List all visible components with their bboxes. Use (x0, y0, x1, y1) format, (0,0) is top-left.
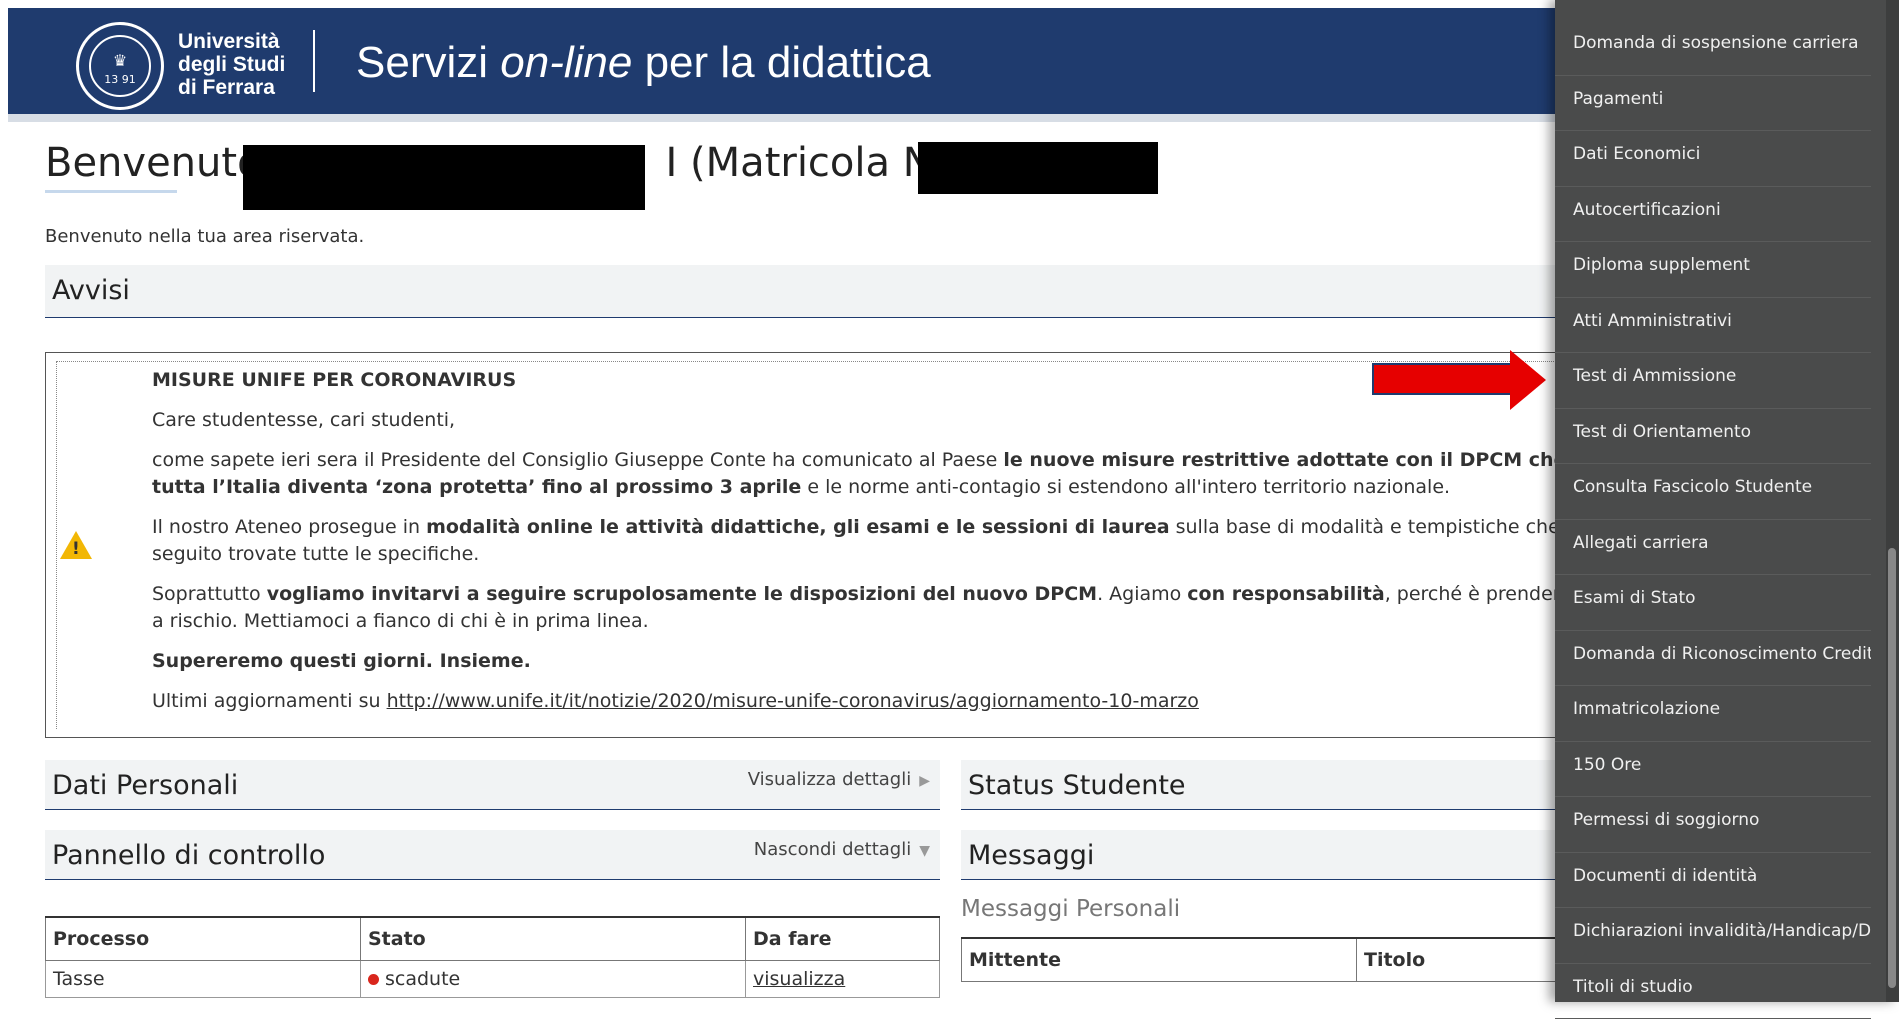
welcome-subtitle: Benvenuto nella tua area riservata. (45, 226, 364, 247)
notice-paragraph-3: Soprattutto vogliamo invitarvi a seguire… (152, 581, 1572, 635)
sidebar-item-allegati-carriera[interactable]: Allegati carriera (1555, 520, 1871, 576)
header-divider (313, 30, 315, 92)
red-arrow-head (1510, 350, 1546, 410)
red-arrow-icon (1372, 363, 1516, 395)
nascondi-dettagli-link[interactable]: Nascondi dettagli▼ (754, 824, 930, 877)
table-header: Processo (46, 917, 361, 961)
dati-personali-header: Dati Personali Visualizza dettagli▶ (45, 760, 940, 810)
sidebar-item-pagamenti[interactable]: Pagamenti (1555, 76, 1871, 132)
site-header: ♛ 13 91 Università degli Studi di Ferrar… (8, 8, 1568, 114)
notice-text: MISURE UNIFE PER CORONAVIRUS Care studen… (152, 367, 1572, 728)
sidebar-item-150-ore[interactable]: 150 Ore (1555, 742, 1871, 798)
messaggi-table: Mittente Titolo (961, 937, 1571, 982)
sidebar-item-autocertificazioni[interactable]: Autocertificazioni (1555, 187, 1871, 243)
sidebar-item-documenti-identita[interactable]: Documenti di identità (1555, 853, 1871, 909)
sidebar-item-immatricolazione[interactable]: Immatricolazione (1555, 686, 1871, 742)
logo-numbers: 13 91 (91, 73, 149, 86)
title-underline (45, 190, 177, 193)
notice-box: ! MISURE UNIFE PER CORONAVIRUS Care stud… (45, 352, 1565, 738)
sidebar-menu: Domanda di sospensione carriera Pagament… (1555, 0, 1899, 1002)
status-studente-header: Status Studente (961, 760, 1571, 810)
table-header: Titolo (1357, 938, 1571, 982)
table-header: Stato (361, 917, 746, 961)
sidebar-item-diploma-supplement[interactable]: Diploma supplement (1555, 242, 1871, 298)
page-header-title: Servizi on-line per la didattica (356, 38, 931, 88)
table-header: Mittente (962, 938, 1357, 982)
university-logo[interactable]: ♛ 13 91 (76, 22, 164, 110)
processo-cell: Tasse (46, 961, 361, 998)
table-row: Tasse scadute visualizza (46, 961, 940, 998)
notice-greeting: Care studentesse, cari studenti, (152, 407, 1572, 434)
header-shadow (8, 114, 1568, 122)
stato-cell: scadute (361, 961, 746, 998)
notice-closing: Supereremo questi giorni. Insieme. (152, 650, 531, 672)
notice-heading: MISURE UNIFE PER CORONAVIRUS (152, 369, 516, 391)
sidebar-item-test-orientamento[interactable]: Test di Orientamento (1555, 409, 1871, 465)
university-name[interactable]: Università degli Studi di Ferrara (178, 30, 285, 99)
notice-updates: Ultimi aggiornamenti su http://www.unife… (152, 688, 1572, 715)
sidebar-item-test-ammissione[interactable]: Test di Ammissione (1555, 353, 1871, 409)
notice-paragraph-1: come sapete ieri sera il Presidente del … (152, 447, 1572, 501)
visualizza-dettagli-link[interactable]: Visualizza dettagli▶ (748, 754, 930, 807)
warning-icon-mark: ! (72, 539, 80, 559)
crown-icon: ♛ (91, 51, 149, 70)
pannello-header: Pannello di controllo Nascondi dettagli▼ (45, 830, 940, 880)
sidebar-item-domanda-sospensione[interactable]: Domanda di sospensione carriera (1555, 20, 1871, 76)
sidebar-item-riconoscimento-crediti[interactable]: Domanda di Riconoscimento Crediti (1555, 631, 1871, 687)
avvisi-section-header: Avvisi (45, 265, 1565, 318)
redacted-name (243, 145, 645, 210)
visualizza-link[interactable]: visualizza (753, 968, 845, 990)
pannello-table: Processo Stato Da fare Tasse scadute vis… (45, 916, 940, 998)
sidebar-item-dati-economici[interactable]: Dati Economici (1555, 131, 1871, 187)
sidebar-item-permessi-soggiorno[interactable]: Permessi di soggiorno (1555, 797, 1871, 853)
updates-link[interactable]: http://www.unife.it/it/notizie/2020/misu… (387, 690, 1199, 712)
sidebar-item-titoli-studio[interactable]: Titoli di studio (1555, 964, 1871, 1019)
sidebar-item-dichiarazioni-invalidita[interactable]: Dichiarazioni invalidità/Handicap/DSA (1555, 908, 1871, 964)
messaggi-personali-label: Messaggi Personali (961, 896, 1180, 922)
sidebar-scrollbar[interactable] (1888, 548, 1896, 988)
da-fare-cell: visualizza (746, 961, 940, 998)
status-dot-icon (368, 974, 379, 985)
chevron-right-icon: ▶ (919, 773, 930, 789)
sidebar-item-esami-di-stato[interactable]: Esami di Stato (1555, 575, 1871, 631)
chevron-down-icon: ▼ (919, 843, 930, 859)
table-header: Da fare (746, 917, 940, 961)
sidebar-item-atti-amministrativi[interactable]: Atti Amministrativi (1555, 298, 1871, 354)
messaggi-header: Messaggi (961, 830, 1571, 880)
notice-paragraph-2: Il nostro Ateneo prosegue in modalità on… (152, 514, 1572, 568)
redacted-matricola (918, 142, 1158, 194)
sidebar-item-fascicolo-studente[interactable]: Consulta Fascicolo Studente (1555, 464, 1871, 520)
logo-seal: ♛ 13 91 (89, 35, 151, 97)
